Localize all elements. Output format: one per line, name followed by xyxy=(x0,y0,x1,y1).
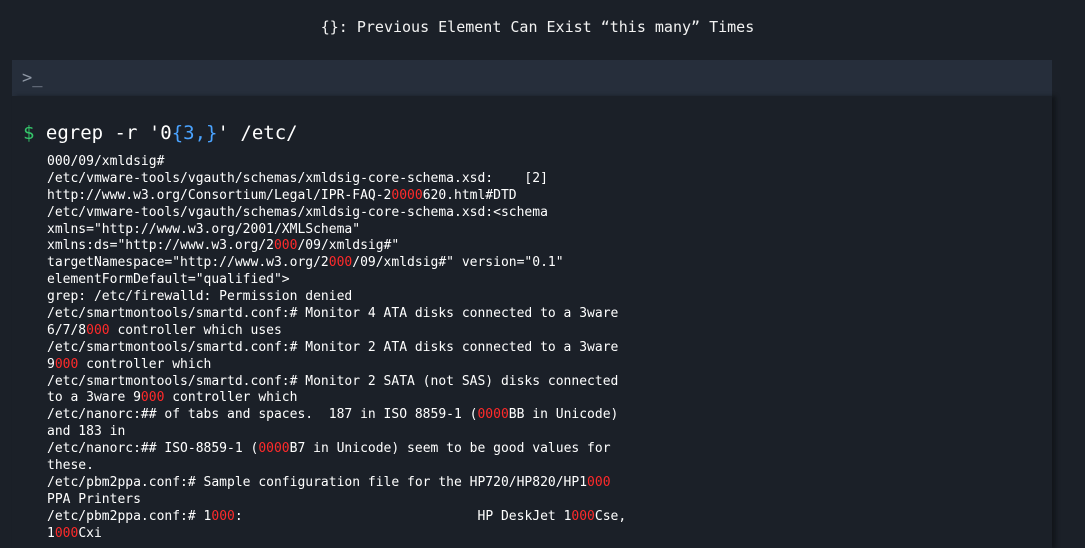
output-text: http://www.w3.org/Consortium/Legal/IPR-F… xyxy=(47,187,392,203)
output-text: /etc/nanorc:## of tabs and spaces. 187 i… xyxy=(47,407,478,423)
regex-match: 000 xyxy=(86,322,110,338)
output-text: these. xyxy=(47,458,94,474)
output-line: /etc/vmware-tools/vgauth/schemas/xmldsig… xyxy=(47,171,626,188)
regex-match: 0000 xyxy=(258,441,290,457)
command-line: $ egrep -r '0{3,}' /etc/ xyxy=(23,122,298,144)
output-line: /etc/vmware-tools/vgauth/schemas/xmldsig… xyxy=(47,205,626,222)
output-line: targetNamespace="http://www.w3.org/2000/… xyxy=(47,255,626,272)
output-text: /etc/smartmontools/smartd.conf:# Monitor… xyxy=(47,339,619,355)
output-text: grep: /etc/firewalld: Permission denied xyxy=(47,289,353,305)
output-text: controller which xyxy=(164,390,298,406)
output-line: 000/09/xmldsig# xyxy=(47,154,626,171)
output-line: /etc/pbm2ppa.conf:# Sample configuration… xyxy=(47,475,626,492)
regex-match: 000 xyxy=(211,508,235,524)
regex-quantifier: {3,} xyxy=(171,122,218,144)
regex-match: 000 xyxy=(328,255,353,271)
output-text: Cse, xyxy=(594,508,627,524)
regex-match: 000 xyxy=(54,356,79,372)
output-text: /etc/vmware-tools/vgauth/schemas/xmldsig… xyxy=(47,170,548,186)
output-text: 1 xyxy=(47,525,55,541)
output-text: 9 xyxy=(47,356,55,372)
regex-match: 000 xyxy=(140,390,165,406)
output-text: controller which xyxy=(78,356,212,372)
output-line: these. xyxy=(47,458,626,475)
output-line: /etc/smartmontools/smartd.conf:# Monitor… xyxy=(47,306,626,323)
output-line: /etc/smartmontools/smartd.conf:# Monitor… xyxy=(47,374,626,391)
output-line: 9000 controller which xyxy=(47,357,626,374)
terminal-title-bar: >_ xyxy=(12,60,1052,96)
prompt-dollar: $ xyxy=(23,122,35,144)
output-line: /etc/pbm2ppa.conf:# 1000: HP DeskJet 100… xyxy=(47,509,626,526)
output-text: /09/xmldsig#" version="0.1" xyxy=(352,255,564,271)
output-text: 620.html#DTD xyxy=(422,187,517,203)
output-line: xmlns="http://www.w3.org/2001/XMLSchema" xyxy=(47,222,626,239)
output-line: elementFormDefault="qualified"> xyxy=(47,272,626,289)
output-text: BB in Unicode) xyxy=(508,407,619,423)
output-text: /etc/nanorc:## ISO-8859-1 ( xyxy=(47,441,259,457)
output-text: to a 3ware 9 xyxy=(47,390,141,406)
terminal-prompt-icon: >_ xyxy=(22,68,43,88)
output-text: targetNamespace="http://www.w3.org/2 xyxy=(47,255,329,271)
command-text-start: egrep -r '0 xyxy=(34,122,172,144)
output-text: /etc/pbm2ppa.conf:# Sample configuration… xyxy=(47,474,588,490)
slide-title: {}: Previous Element Can Exist “this man… xyxy=(320,18,755,36)
regex-match: 0000 xyxy=(391,187,423,203)
output-line: xmlns:ds="http://www.w3.org/2000/09/xmld… xyxy=(47,238,626,255)
output-text: 6/7/8 xyxy=(47,322,87,338)
output-line: grep: /etc/firewalld: Permission denied xyxy=(47,289,626,306)
command-output: 000/09/xmldsig#/etc/vmware-tools/vgauth/… xyxy=(47,154,626,542)
output-text: Cxi xyxy=(78,525,102,541)
regex-match: 000 xyxy=(54,525,79,541)
regex-match: 000 xyxy=(273,238,298,254)
output-line: /etc/nanorc:## of tabs and spaces. 187 i… xyxy=(47,407,626,424)
command-text-end: ' /etc/ xyxy=(217,122,298,144)
regex-match: 0000 xyxy=(477,407,509,423)
output-line: 6/7/8000 controller which uses xyxy=(47,323,626,340)
regex-match: 000 xyxy=(571,508,595,524)
output-line: to a 3ware 9000 controller which xyxy=(47,390,626,407)
output-text: /etc/smartmontools/smartd.conf:# Monitor… xyxy=(47,373,619,389)
output-text: /etc/pbm2ppa.conf:# 1 xyxy=(47,508,212,524)
output-text: /etc/vmware-tools/vgauth/schemas/xmldsig… xyxy=(47,204,548,220)
output-text: 000/09/xmldsig# xyxy=(47,154,165,169)
regex-match: 000 xyxy=(587,474,611,490)
output-text: and 183 in xyxy=(47,424,126,440)
terminal-window: $ egrep -r '0{3,}' /etc/ 000/09/xmldsig#… xyxy=(12,96,1052,548)
output-line: PPA Printers xyxy=(47,492,626,509)
output-text: B7 in Unicode) seem to be good values fo… xyxy=(289,441,611,457)
output-line: http://www.w3.org/Consortium/Legal/IPR-F… xyxy=(47,188,626,205)
output-text: : HP DeskJet 1 xyxy=(234,508,572,524)
output-text: PPA Printers xyxy=(47,491,141,507)
output-line: /etc/nanorc:## ISO-8859-1 (0000B7 in Uni… xyxy=(47,441,626,458)
output-line: /etc/smartmontools/smartd.conf:# Monitor… xyxy=(47,340,626,357)
output-text: /09/xmldsig#" xyxy=(297,238,400,254)
output-text: /etc/smartmontools/smartd.conf:# Monitor… xyxy=(47,306,619,322)
output-text: controller which uses xyxy=(109,322,282,338)
output-text: xmlns="http://www.w3.org/2001/XMLSchema" xyxy=(47,221,361,237)
output-line: and 183 in xyxy=(47,424,626,441)
output-text: elementFormDefault="qualified"> xyxy=(47,272,290,288)
output-line: 1000Cxi xyxy=(47,526,626,543)
output-text: xmlns:ds="http://www.w3.org/2 xyxy=(47,238,274,254)
